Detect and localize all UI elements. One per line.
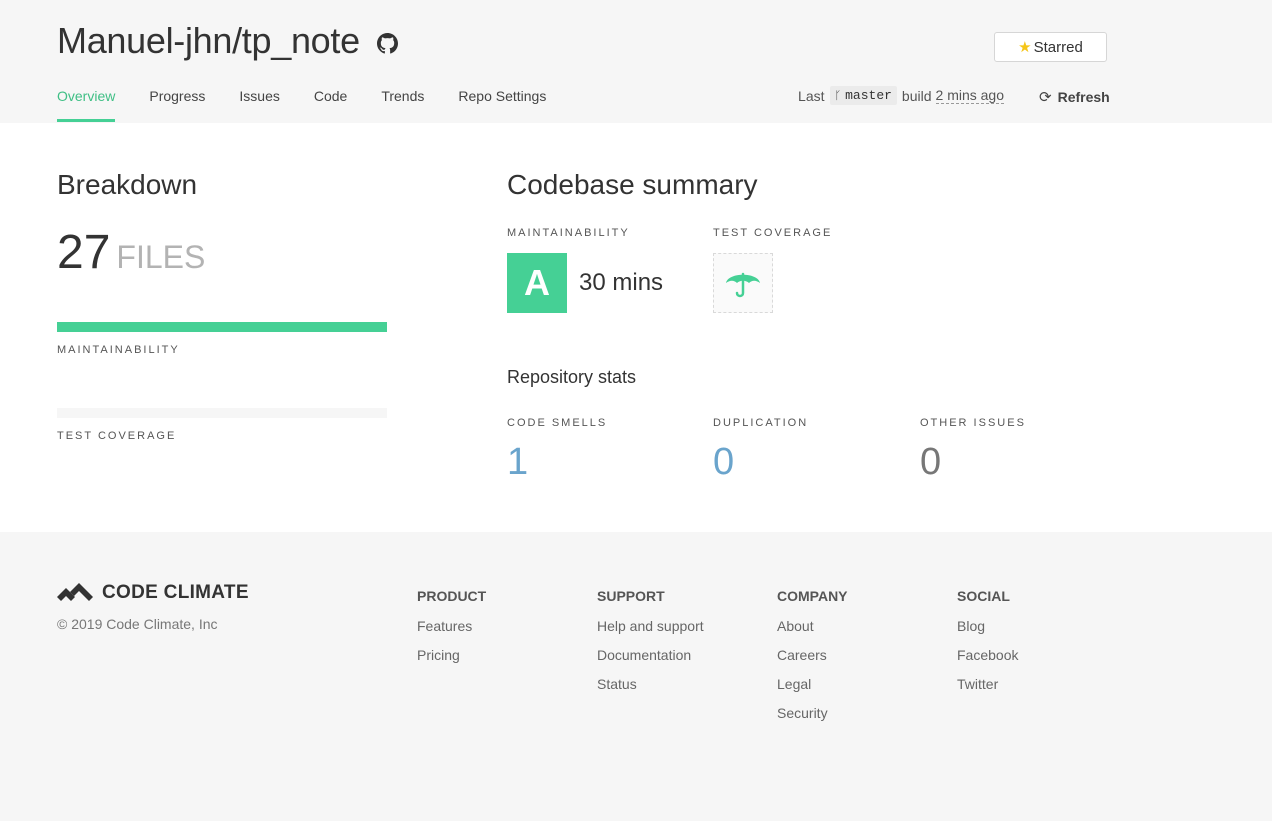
summary-test-coverage-label: TEST COVERAGE [713, 227, 833, 239]
code-smells-label: CODE SMELLS [507, 417, 608, 429]
footer-link-blog[interactable]: Blog [957, 618, 1018, 634]
breakdown-test-coverage-label: TEST COVERAGE [57, 430, 177, 442]
repo-nav: Overview Progress Issues Code Trends Rep… [57, 88, 580, 123]
footer-column-product: PRODUCT Features Pricing [417, 588, 486, 676]
footer-link-facebook[interactable]: Facebook [957, 647, 1018, 663]
tab-trends[interactable]: Trends [381, 88, 424, 123]
footer-heading-social: SOCIAL [957, 588, 1010, 604]
build-prefix: Last [798, 87, 825, 104]
main-content: Breakdown 27 FILES MAINTAINABILITY TEST C… [0, 123, 1272, 532]
footer-link-status[interactable]: Status [597, 676, 704, 692]
umbrella-icon [726, 272, 760, 298]
github-icon[interactable] [377, 33, 398, 54]
file-count-number: 27 [57, 226, 111, 279]
last-build-info: Last ᚴ master build 2 mins ago [798, 86, 1004, 105]
maintainability-grade[interactable]: A [507, 253, 567, 313]
footer-link-legal[interactable]: Legal [777, 676, 848, 692]
tab-progress[interactable]: Progress [149, 88, 205, 123]
footer-heading-product: PRODUCT [417, 588, 487, 604]
code-climate-logo[interactable]: CODE CLIMATE [57, 582, 249, 604]
test-coverage-bar [57, 408, 387, 418]
code-smells-count[interactable]: 1 [507, 441, 528, 484]
footer-link-features[interactable]: Features [417, 618, 486, 634]
code-climate-logo-icon [57, 583, 93, 601]
footer-link-careers[interactable]: Careers [777, 647, 848, 663]
tab-issues[interactable]: Issues [239, 88, 279, 123]
repo-title[interactable]: Manuel-jhn/tp_note [57, 20, 360, 62]
branch-icon: ᚴ [834, 89, 842, 102]
duplication-label: DUPLICATION [713, 417, 809, 429]
build-time-ago[interactable]: 2 mins ago [935, 87, 1004, 104]
page-header: Manuel-jhn/tp_note ★ Starred Overview Pr… [0, 0, 1272, 123]
summary-maintainability-label: MAINTAINABILITY [507, 227, 630, 239]
footer-heading-company: COMPANY [777, 588, 848, 604]
branch-badge: ᚴ master [829, 86, 897, 105]
file-count: 27 FILES [57, 225, 205, 280]
footer-link-help[interactable]: Help and support [597, 618, 704, 634]
footer-column-social: SOCIAL Blog Facebook Twitter [957, 588, 1018, 705]
starred-label: Starred [1033, 38, 1083, 56]
footer-heading-support: SUPPORT [597, 588, 665, 604]
refresh-icon: ⟳ [1039, 89, 1052, 106]
footer-link-twitter[interactable]: Twitter [957, 676, 1018, 692]
footer-link-about[interactable]: About [777, 618, 848, 634]
duplication-count[interactable]: 0 [713, 441, 734, 484]
other-issues-count: 0 [920, 441, 942, 483]
tab-overview[interactable]: Overview [57, 88, 116, 123]
copyright: © 2019 Code Climate, Inc [57, 616, 218, 632]
brand-name: CODE CLIMATE [102, 582, 249, 603]
breakdown-title: Breakdown [57, 169, 198, 200]
tab-code[interactable]: Code [314, 88, 347, 123]
build-middle: build [901, 87, 932, 104]
repository-stats-title: Repository stats [507, 367, 637, 387]
branch-name: master [845, 88, 892, 103]
footer-column-support: SUPPORT Help and support Documentation S… [597, 588, 704, 705]
footer-link-pricing[interactable]: Pricing [417, 647, 486, 663]
refresh-button[interactable]: ⟳ Refresh [1039, 88, 1110, 106]
breakdown-maintainability-label: MAINTAINABILITY [57, 344, 180, 356]
footer-link-documentation[interactable]: Documentation [597, 647, 704, 663]
other-issues-label: OTHER ISSUES [920, 417, 1026, 429]
refresh-label: Refresh [1057, 89, 1110, 105]
codebase-summary-title: Codebase summary [507, 169, 758, 200]
test-coverage-setup[interactable] [713, 253, 773, 313]
maintainability-bar [57, 322, 387, 332]
footer-link-security[interactable]: Security [777, 705, 848, 721]
star-icon: ★ [1018, 39, 1032, 56]
tab-repo-settings[interactable]: Repo Settings [458, 88, 546, 123]
file-count-label: FILES [116, 239, 206, 275]
maintainability-time: 30 mins [579, 269, 664, 296]
footer-column-company: COMPANY About Careers Legal Security [777, 588, 848, 734]
page-footer: CODE CLIMATE © 2019 Code Climate, Inc PR… [0, 532, 1272, 821]
starred-button[interactable]: ★ Starred [994, 32, 1107, 62]
